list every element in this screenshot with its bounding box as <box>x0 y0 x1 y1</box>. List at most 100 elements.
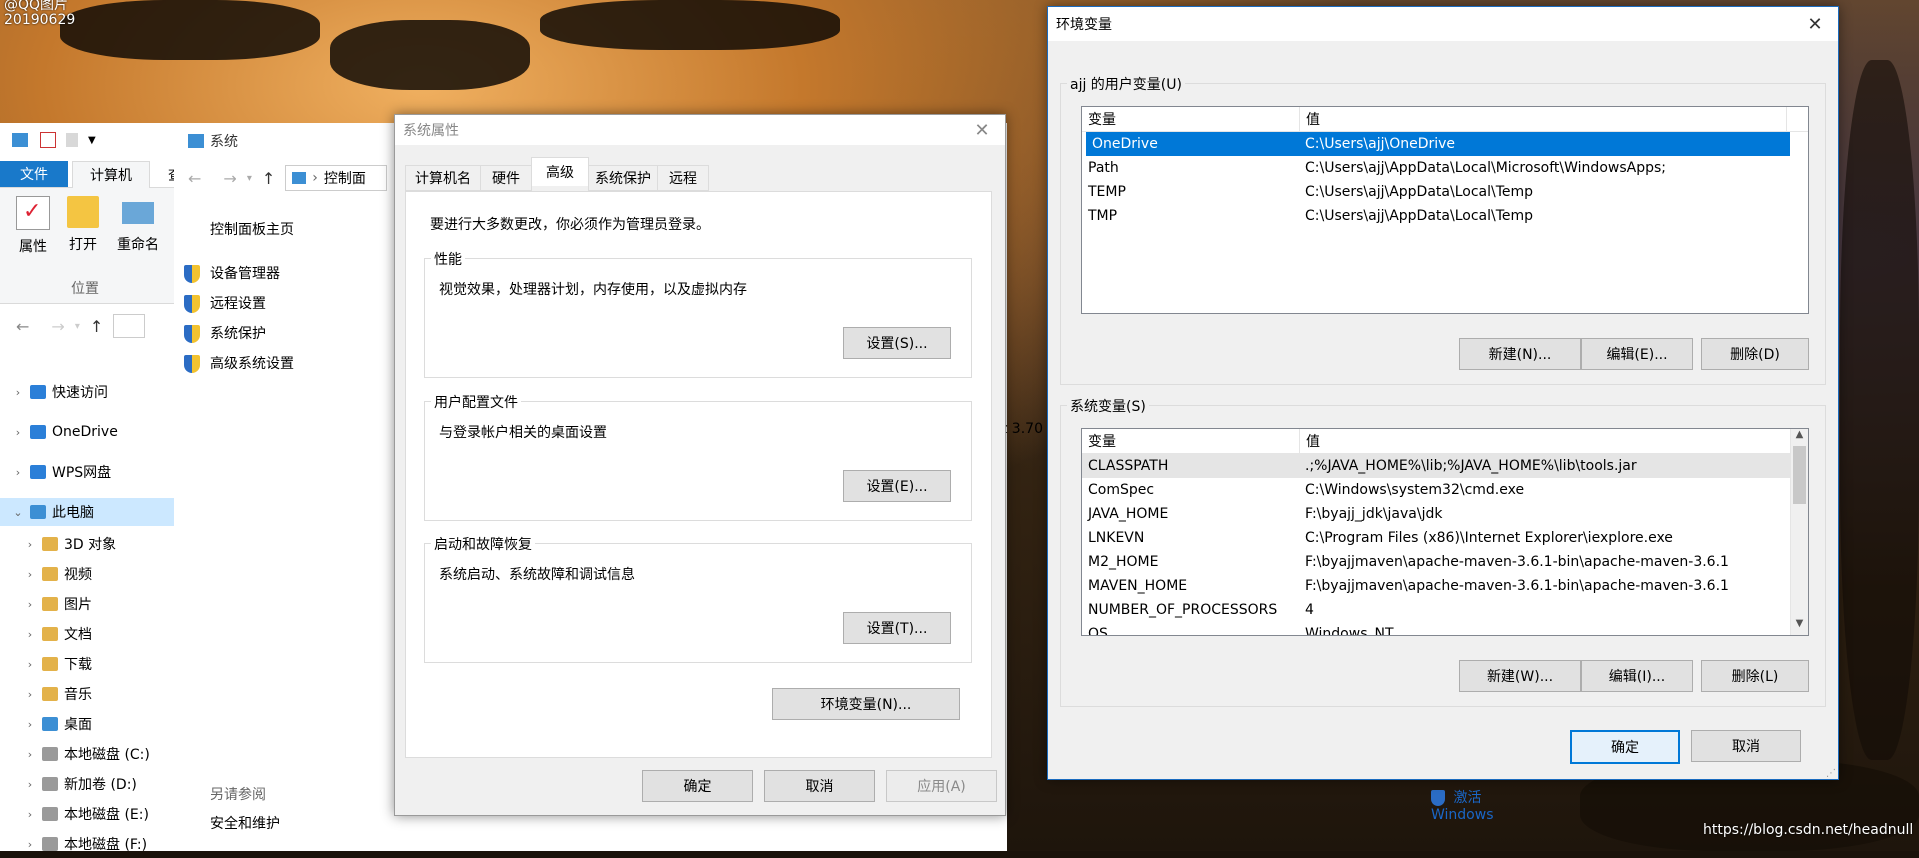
back-arrow-icon[interactable]: ← <box>16 317 29 336</box>
table-row[interactable]: OneDrive C:\Users\ajj\OneDrive <box>1086 132 1790 156</box>
nav-item[interactable]: › 桌面 <box>0 710 202 738</box>
chevron-right-icon[interactable]: › <box>24 658 36 671</box>
desktop-icon-label[interactable]: 20190629 <box>4 12 75 28</box>
tab-1[interactable]: 硬件 <box>480 165 532 191</box>
nav-item[interactable]: › WPS网盘 <box>0 458 190 486</box>
system-edit-button[interactable]: 编辑(I)... <box>1581 660 1693 692</box>
table-row[interactable]: M2_HOME F:\byajjmaven\apache-maven-3.6.1-… <box>1082 550 1808 574</box>
back-arrow-icon[interactable]: ← <box>188 169 201 188</box>
chevron-right-icon[interactable]: › <box>24 748 36 761</box>
activate-windows[interactable]: 激活 Windows <box>1431 787 1494 823</box>
chevron-right-icon[interactable]: › <box>24 778 36 791</box>
environment-variables-button[interactable]: 环境变量(N)... <box>772 688 960 720</box>
chevron-down-icon[interactable]: ▼ <box>1791 618 1808 635</box>
ok-button[interactable]: 确定 <box>642 770 753 802</box>
table-row[interactable]: OS Windows_NT <box>1082 622 1808 635</box>
env-cancel-button[interactable]: 取消 <box>1691 730 1801 762</box>
chevron-right-icon[interactable]: › <box>12 386 24 399</box>
nav-item[interactable]: ⌄ 此电脑 <box>0 498 190 526</box>
chevron-right-icon[interactable]: › <box>24 538 36 551</box>
user-new-button[interactable]: 新建(N)... <box>1459 338 1581 370</box>
up-arrow-icon[interactable]: ↑ <box>262 169 275 188</box>
resize-grip-icon[interactable]: ⋰ <box>1826 768 1836 779</box>
system-link[interactable]: 系统保护 <box>184 323 266 343</box>
performance-settings-button[interactable]: 设置(S)... <box>843 327 951 359</box>
chevron-up-icon[interactable]: ▲ <box>1791 429 1808 446</box>
chevron-right-icon[interactable]: › <box>24 688 36 701</box>
chevron-right-icon[interactable]: › <box>24 808 36 821</box>
chevron-right-icon[interactable]: › <box>24 718 36 731</box>
env-ok-button[interactable]: 确定 <box>1570 730 1680 764</box>
table-row[interactable]: Path C:\Users\ajj\AppData\Local\Microsoft… <box>1082 156 1808 180</box>
nav-item[interactable]: › 文档 <box>0 620 202 648</box>
chevron-down-icon[interactable]: ▾ <box>75 321 80 332</box>
nav-item[interactable]: › 下载 <box>0 650 202 678</box>
table-row[interactable]: TMP C:\Users\ajj\AppData\Local\Temp <box>1082 204 1808 228</box>
tab-file[interactable]: 文件 <box>0 161 68 187</box>
nav-item[interactable]: › OneDrive <box>0 418 190 446</box>
column-variable[interactable]: 变量 <box>1082 107 1300 131</box>
chevron-right-icon[interactable]: › <box>24 838 36 851</box>
nav-item[interactable]: › 图片 <box>0 590 202 618</box>
nav-item[interactable]: › 视频 <box>0 560 202 588</box>
table-row[interactable]: MAVEN_HOME F:\byajjmaven\apache-maven-3.6… <box>1082 574 1808 598</box>
column-value[interactable]: 值 <box>1300 429 1786 453</box>
chevron-right-icon[interactable]: › <box>24 628 36 641</box>
user-delete-button[interactable]: 删除(D) <box>1701 338 1809 370</box>
chevron-down-icon[interactable]: ▾ <box>247 173 252 184</box>
system-link[interactable]: 设备管理器 <box>184 263 280 283</box>
address-bar[interactable] <box>113 314 146 338</box>
system-address-bar[interactable]: › 控制面 <box>285 165 388 191</box>
chevron-right-icon[interactable]: › <box>12 466 24 479</box>
chevron-right-icon[interactable]: › <box>24 598 36 611</box>
table-row[interactable]: TEMP C:\Users\ajj\AppData\Local\Temp <box>1082 180 1808 204</box>
system-link[interactable]: 远程设置 <box>184 293 266 313</box>
nav-item[interactable]: › 快速访问 <box>0 378 190 406</box>
rename-button[interactable]: 重命名 <box>108 196 168 254</box>
tab-0[interactable]: 计算机名 <box>405 165 481 191</box>
table-row[interactable]: ComSpec C:\Windows\system32\cmd.exe <box>1082 478 1808 502</box>
nav-item[interactable]: › 本地磁盘 (E:) <box>0 800 202 828</box>
control-panel-home-link[interactable]: 控制面板主页 <box>210 219 294 239</box>
table-row[interactable]: NUMBER_OF_PROCESSORS 4 <box>1082 598 1808 622</box>
page-icon[interactable] <box>66 133 78 147</box>
tab-3[interactable]: 系统保护 <box>588 165 658 191</box>
startup-settings-button[interactable]: 设置(T)... <box>843 612 951 644</box>
table-row[interactable]: CLASSPATH .;%JAVA_HOME%\lib;%JAVA_HOME%\l… <box>1082 454 1808 478</box>
system-delete-button[interactable]: 删除(L) <box>1701 660 1809 692</box>
system-link[interactable]: 高级系统设置 <box>184 353 294 373</box>
apply-button[interactable]: 应用(A) <box>886 770 997 802</box>
user-edit-button[interactable]: 编辑(E)... <box>1581 338 1693 370</box>
open-button[interactable]: 打开 <box>58 196 108 254</box>
system-variables-list[interactable]: 变量 值 CLASSPATH .;%JAVA_HOME%\lib;%JAVA_HO… <box>1081 428 1809 636</box>
nav-item[interactable]: › 3D 对象 <box>0 530 202 558</box>
nav-item[interactable]: › 音乐 <box>0 680 202 708</box>
nav-item[interactable]: › 本地磁盘 (C:) <box>0 740 202 768</box>
table-row[interactable]: JAVA_HOME F:\byajj_jdk\java\jdk <box>1082 502 1808 526</box>
cancel-button[interactable]: 取消 <box>764 770 875 802</box>
tab-2[interactable]: 高级 <box>531 157 589 186</box>
tab-computer[interactable]: 计算机 <box>72 161 150 188</box>
chevron-down-icon[interactable]: ▼ <box>88 135 96 146</box>
nav-item[interactable]: › 新加卷 (D:) <box>0 770 202 798</box>
scrollbar-thumb[interactable] <box>1793 446 1806 504</box>
scrollbar[interactable]: ▲ ▼ <box>1790 429 1808 635</box>
forward-arrow-icon[interactable]: → <box>51 317 64 336</box>
security-maintenance-link[interactable]: 安全和维护 <box>210 813 280 833</box>
up-arrow-icon[interactable]: ↑ <box>90 317 103 336</box>
close-icon[interactable]: ✕ <box>1792 7 1838 41</box>
column-value[interactable]: 值 <box>1300 107 1787 131</box>
user-variables-list[interactable]: 变量 值 OneDrive C:\Users\ajj\OneDrive Path C:… <box>1081 106 1809 314</box>
nav-item[interactable]: › 本地磁盘 (F:) <box>0 830 202 858</box>
forward-arrow-icon[interactable]: → <box>223 169 236 188</box>
chevron-right-icon[interactable]: › <box>12 426 24 439</box>
chevron-right-icon[interactable]: › <box>24 568 36 581</box>
close-icon[interactable]: ✕ <box>959 115 1005 145</box>
checkbox-icon[interactable] <box>40 132 56 148</box>
tab-4[interactable]: 远程 <box>657 165 709 191</box>
column-variable[interactable]: 变量 <box>1082 429 1300 453</box>
table-row[interactable]: LNKEVN C:\Program Files (x86)\Internet Ex… <box>1082 526 1808 550</box>
chevron-down-icon[interactable]: ⌄ <box>12 506 24 519</box>
properties-button[interactable]: ✓ 属性 <box>8 196 58 256</box>
system-new-button[interactable]: 新建(W)... <box>1459 660 1581 692</box>
